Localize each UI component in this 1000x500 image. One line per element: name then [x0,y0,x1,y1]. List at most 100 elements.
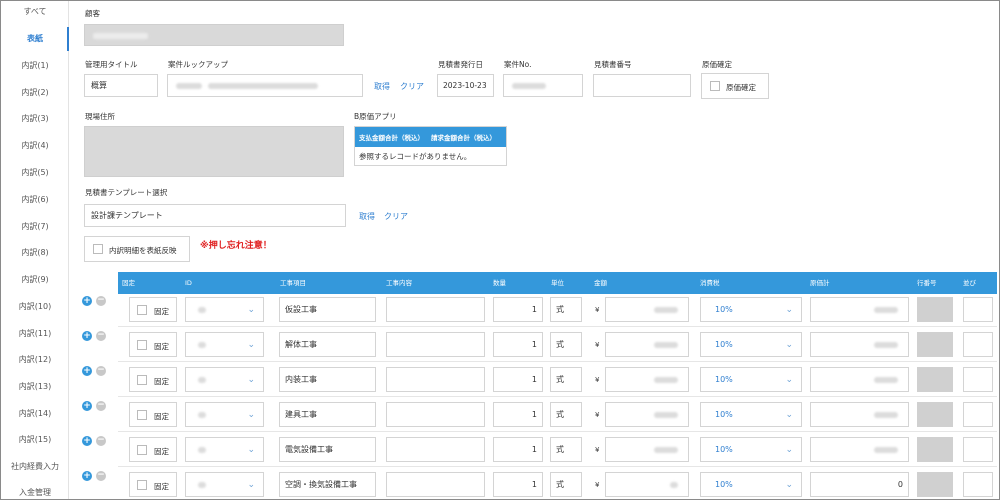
cost-total-input[interactable] [810,402,909,427]
case-lookup-input[interactable] [167,74,363,97]
tax-select[interactable]: 10% ⌄ [700,297,802,322]
id-select[interactable]: ⌄ [185,332,264,357]
template-clear-link[interactable]: クリア [384,211,408,222]
amount-input[interactable] [605,402,689,427]
add-row-icon[interactable]: + [82,296,92,306]
unit-input[interactable]: 式 [550,437,582,462]
id-select[interactable]: ⌄ [185,402,264,427]
id-select[interactable]: ⌄ [185,437,264,462]
amount-input[interactable] [605,367,689,392]
sort-input[interactable] [963,437,993,462]
fixed-checkbox[interactable] [137,480,147,490]
quantity-input[interactable]: 1 [493,402,543,427]
tax-select[interactable]: 10% ⌄ [700,437,802,462]
work-item-input[interactable]: 内装工事 [279,367,376,392]
fixed-checkbox[interactable] [137,410,147,420]
estimate-no-input[interactable] [593,74,691,97]
issue-date-input[interactable]: 2023-10-23 [437,74,494,97]
fixed-toggle[interactable]: 固定 [129,437,177,462]
sidebar-item-breakdown-9[interactable]: 内訳(9) [1,273,69,287]
sidebar-item-payment-management[interactable]: 入金管理 [1,486,69,500]
case-no-input[interactable] [503,74,583,97]
cost-total-input[interactable] [810,297,909,322]
remove-row-icon[interactable]: − [96,401,106,411]
remove-row-icon[interactable]: − [96,471,106,481]
tax-select[interactable]: 10% ⌄ [700,402,802,427]
work-item-input[interactable]: 解体工事 [279,332,376,357]
amount-input[interactable] [605,332,689,357]
quantity-input[interactable]: 1 [493,332,543,357]
sort-input[interactable] [963,367,993,392]
id-select[interactable]: ⌄ [185,367,264,392]
fixed-checkbox[interactable] [137,445,147,455]
unit-input[interactable]: 式 [550,472,582,497]
sidebar-item-internal-expenses[interactable]: 社内経費入力 [1,460,69,474]
add-row-icon[interactable]: + [82,401,92,411]
id-select[interactable]: ⌄ [185,297,264,322]
sidebar-item-all[interactable]: すべて [1,5,69,19]
unit-input[interactable]: 式 [550,367,582,392]
sidebar-item-breakdown-8[interactable]: 内訳(8) [1,246,69,260]
fixed-checkbox[interactable] [137,375,147,385]
tax-select[interactable]: 10% ⌄ [700,367,802,392]
template-fetch-link[interactable]: 取得 [359,211,375,222]
amount-input[interactable] [605,472,689,497]
case-lookup-clear-link[interactable]: クリア [400,81,424,92]
unit-input[interactable]: 式 [550,402,582,427]
fixed-toggle[interactable]: 固定 [129,402,177,427]
sidebar-item-breakdown-13[interactable]: 内訳(13) [1,380,69,394]
tax-select[interactable]: 10% ⌄ [700,332,802,357]
case-lookup-fetch-link[interactable]: 取得 [374,81,390,92]
sort-input[interactable] [963,472,993,497]
amount-input[interactable] [605,437,689,462]
sidebar-item-breakdown-4[interactable]: 内訳(4) [1,139,69,153]
mgmt-title-input[interactable]: 概算 [84,74,158,97]
fixed-toggle[interactable]: 固定 [129,472,177,497]
work-content-input[interactable] [386,437,485,462]
work-content-input[interactable] [386,332,485,357]
customer-field[interactable] [84,24,344,46]
remove-row-icon[interactable]: − [96,296,106,306]
sidebar-item-breakdown-2[interactable]: 内訳(2) [1,86,69,100]
sidebar-item-breakdown-11[interactable]: 内訳(11) [1,327,69,341]
fixed-checkbox[interactable] [137,340,147,350]
quantity-input[interactable]: 1 [493,472,543,497]
tax-select[interactable]: 10% ⌄ [700,472,802,497]
site-address-field[interactable] [84,126,344,177]
unit-input[interactable]: 式 [550,297,582,322]
template-input[interactable]: 設計課テンプレート [84,204,346,227]
cost-total-input[interactable]: 0 [810,472,909,497]
work-item-input[interactable]: 空調・換気設備工事 [279,472,376,497]
sort-input[interactable] [963,297,993,322]
quantity-input[interactable]: 1 [493,437,543,462]
remove-row-icon[interactable]: − [96,331,106,341]
work-item-input[interactable]: 電気設備工事 [279,437,376,462]
quantity-input[interactable]: 1 [493,367,543,392]
reflect-checkbox[interactable] [93,244,103,254]
sidebar-item-breakdown-10[interactable]: 内訳(10) [1,300,69,314]
reflect-checkbox-wrap[interactable]: 内訳明細を表紙反映 [84,236,190,262]
sidebar-item-breakdown-5[interactable]: 内訳(5) [1,166,69,180]
cost-total-input[interactable] [810,437,909,462]
sidebar-item-cover[interactable]: 表紙 [1,32,69,46]
work-content-input[interactable] [386,297,485,322]
remove-row-icon[interactable]: − [96,366,106,376]
cost-confirm-checkbox[interactable] [710,81,720,91]
fixed-toggle[interactable]: 固定 [129,367,177,392]
sidebar-item-breakdown-15[interactable]: 内訳(15) [1,433,69,447]
cost-total-input[interactable] [810,367,909,392]
work-content-input[interactable] [386,472,485,497]
fixed-toggle[interactable]: 固定 [129,297,177,322]
cost-total-input[interactable] [810,332,909,357]
add-row-icon[interactable]: + [82,471,92,481]
sort-input[interactable] [963,402,993,427]
add-row-icon[interactable]: + [82,436,92,446]
fixed-toggle[interactable]: 固定 [129,332,177,357]
cost-confirm-checkbox-wrap[interactable]: 原価確定 [701,73,769,99]
work-item-input[interactable]: 建具工事 [279,402,376,427]
unit-input[interactable]: 式 [550,332,582,357]
quantity-input[interactable]: 1 [493,297,543,322]
sidebar-item-breakdown-3[interactable]: 内訳(3) [1,112,69,126]
add-row-icon[interactable]: + [82,331,92,341]
work-item-input[interactable]: 仮設工事 [279,297,376,322]
